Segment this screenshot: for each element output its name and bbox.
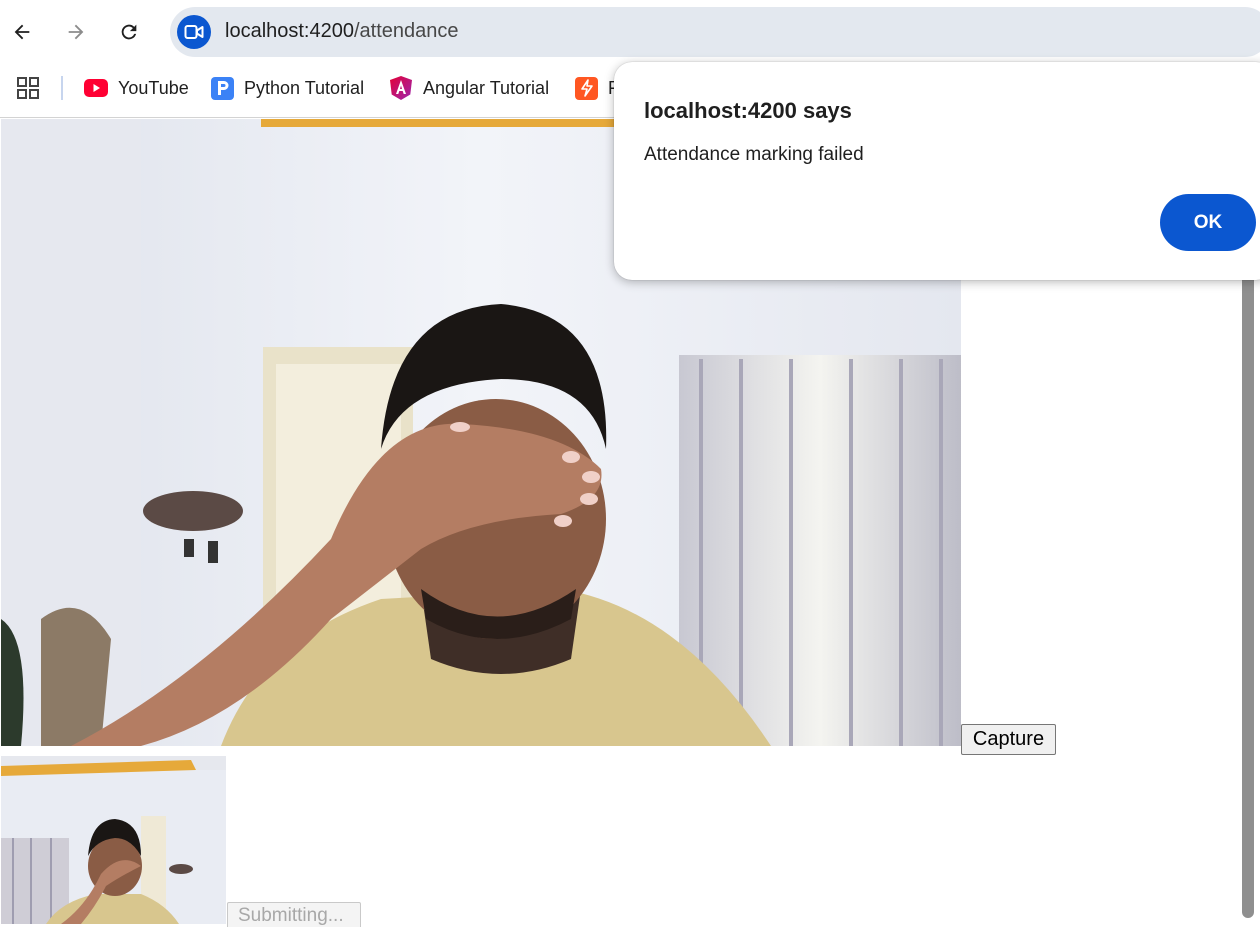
bookmark-label: YouTube: [118, 77, 189, 98]
reload-button[interactable]: [111, 14, 147, 50]
scrollbar-thumb[interactable]: [1242, 268, 1254, 918]
bookmark-angular-tutorial[interactable]: Angular Tutorial: [389, 74, 549, 102]
forward-button[interactable]: [58, 14, 94, 50]
youtube-icon: [84, 77, 108, 99]
alert-dialog: localhost:4200 says Attendance marking f…: [614, 62, 1260, 280]
bookmarks-separator: [61, 76, 63, 100]
submit-button: Submitting...: [227, 902, 361, 927]
dialog-title: localhost:4200 says: [644, 98, 852, 123]
dialog-message: Attendance marking failed: [644, 144, 864, 165]
p-letter-icon: [211, 76, 234, 100]
captured-image: [1, 756, 226, 924]
back-button[interactable]: [4, 14, 40, 50]
video-camera-icon: [184, 25, 204, 39]
bookmark-youtube[interactable]: YouTube: [84, 74, 189, 102]
forward-arrow-icon: [68, 24, 84, 40]
bookmark-label: Python Tutorial: [244, 77, 365, 98]
angular-icon: [389, 76, 413, 100]
lightning-icon: [575, 76, 598, 100]
url-text[interactable]: localhost:4200/attendance: [225, 20, 459, 43]
address-bar[interactable]: localhost:4200/attendance: [170, 7, 1260, 57]
bookmark-label: Angular Tutorial: [423, 77, 550, 98]
bookmark-python-tutorial[interactable]: Python Tutorial: [211, 74, 364, 102]
site-info-chip[interactable]: [177, 15, 211, 49]
capture-button[interactable]: Capture: [961, 724, 1056, 755]
ok-button[interactable]: OK: [1160, 194, 1256, 251]
bookmark-partial[interactable]: F: [575, 74, 619, 102]
reload-icon: [121, 24, 137, 40]
url-host: localhost:4200: [225, 20, 354, 42]
browser-toolbar: localhost:4200/attendance: [0, 0, 1260, 64]
back-arrow-icon: [14, 24, 30, 40]
captured-thumbnail-image: [1, 756, 226, 924]
url-path: /attendance: [353, 20, 459, 42]
apps-grid-icon[interactable]: [16, 76, 40, 100]
